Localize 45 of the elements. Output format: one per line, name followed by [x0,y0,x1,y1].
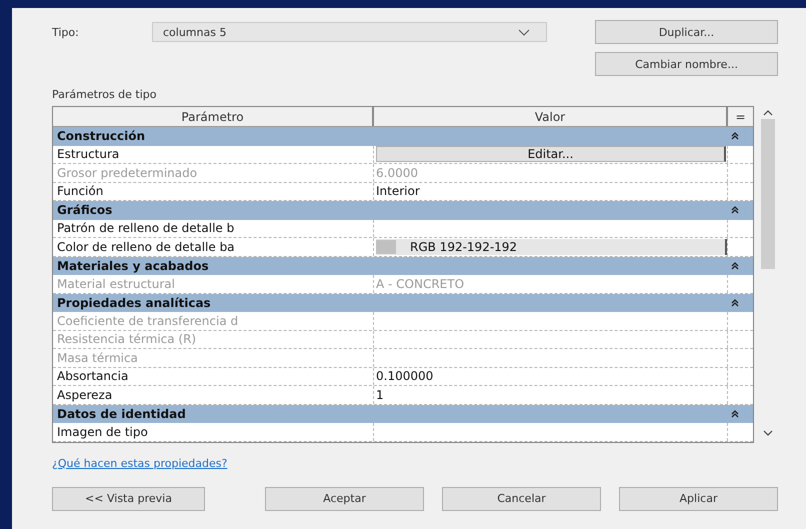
column-header[interactable]: = [728,107,753,126]
parameter-value: 0.100000 [376,369,434,384]
parameter-name: Masa térmica [53,349,374,366]
parameter-name: Función [53,182,374,200]
duplicate-button[interactable]: Duplicar... [595,20,778,44]
edit-button[interactable]: Editar... [376,146,726,162]
collapse-icon[interactable] [731,262,739,270]
parameter-name: Aspereza [53,386,374,404]
section-label: Parámetros de tipo [52,88,158,103]
parameter-value: A - CONCRETO [376,276,464,291]
parameter-name: Grosor predeterminado [53,164,374,182]
parameter-value: 1 [376,388,384,402]
dialog-button[interactable]: Aplicar [619,486,778,510]
group-header[interactable]: Construcción [53,127,753,146]
parameter-name: Color de relleno de detalle ba [53,238,374,256]
parameter-name: Absortancia [53,368,374,385]
parameter-name: Patrón de relleno de detalle b [53,220,374,237]
scroll-down-icon[interactable] [763,430,773,436]
scrollbar-thumb[interactable] [761,119,775,269]
preview-button[interactable]: << Vista previa [52,486,205,510]
dialog-button[interactable]: Aceptar [265,486,424,510]
group-header[interactable]: Gráficos [53,201,753,220]
parameter-value: 6.0000 [376,166,418,180]
collapse-icon[interactable] [731,410,739,418]
dialog-button[interactable]: Cancelar [442,486,601,510]
color-value-button[interactable]: RGB 192-192-192 [376,238,727,255]
parameter-name: Resistencia térmica (R) [53,330,374,348]
parameter-name: Imagen de tipo [53,423,374,440]
group-header[interactable]: Materiales y acabados [53,256,753,275]
scroll-up-icon[interactable] [763,110,773,116]
group-header[interactable]: Propiedades analíticas [53,294,753,312]
type-dropdown[interactable]: columnas 5 [152,22,547,42]
chevron-down-icon [518,28,530,36]
type-label: Tipo: [52,26,80,38]
group-header[interactable]: Datos de identidad [53,404,753,423]
parameter-name: Material estructural [53,275,374,292]
rename-button[interactable]: Cambiar nombre... [595,52,778,76]
parameter-name: Coeficiente de transferencia d [53,312,374,330]
parameter-name: Estructura [53,146,374,163]
collapse-icon[interactable] [731,132,739,140]
color-value-text: RGB 192-192-192 [410,240,518,254]
collapse-icon[interactable] [731,298,739,307]
collapse-icon[interactable] [731,206,739,214]
help-link[interactable]: ¿Qué hacen estas propiedades? [52,456,228,470]
parameter-value: Interior [376,184,420,198]
